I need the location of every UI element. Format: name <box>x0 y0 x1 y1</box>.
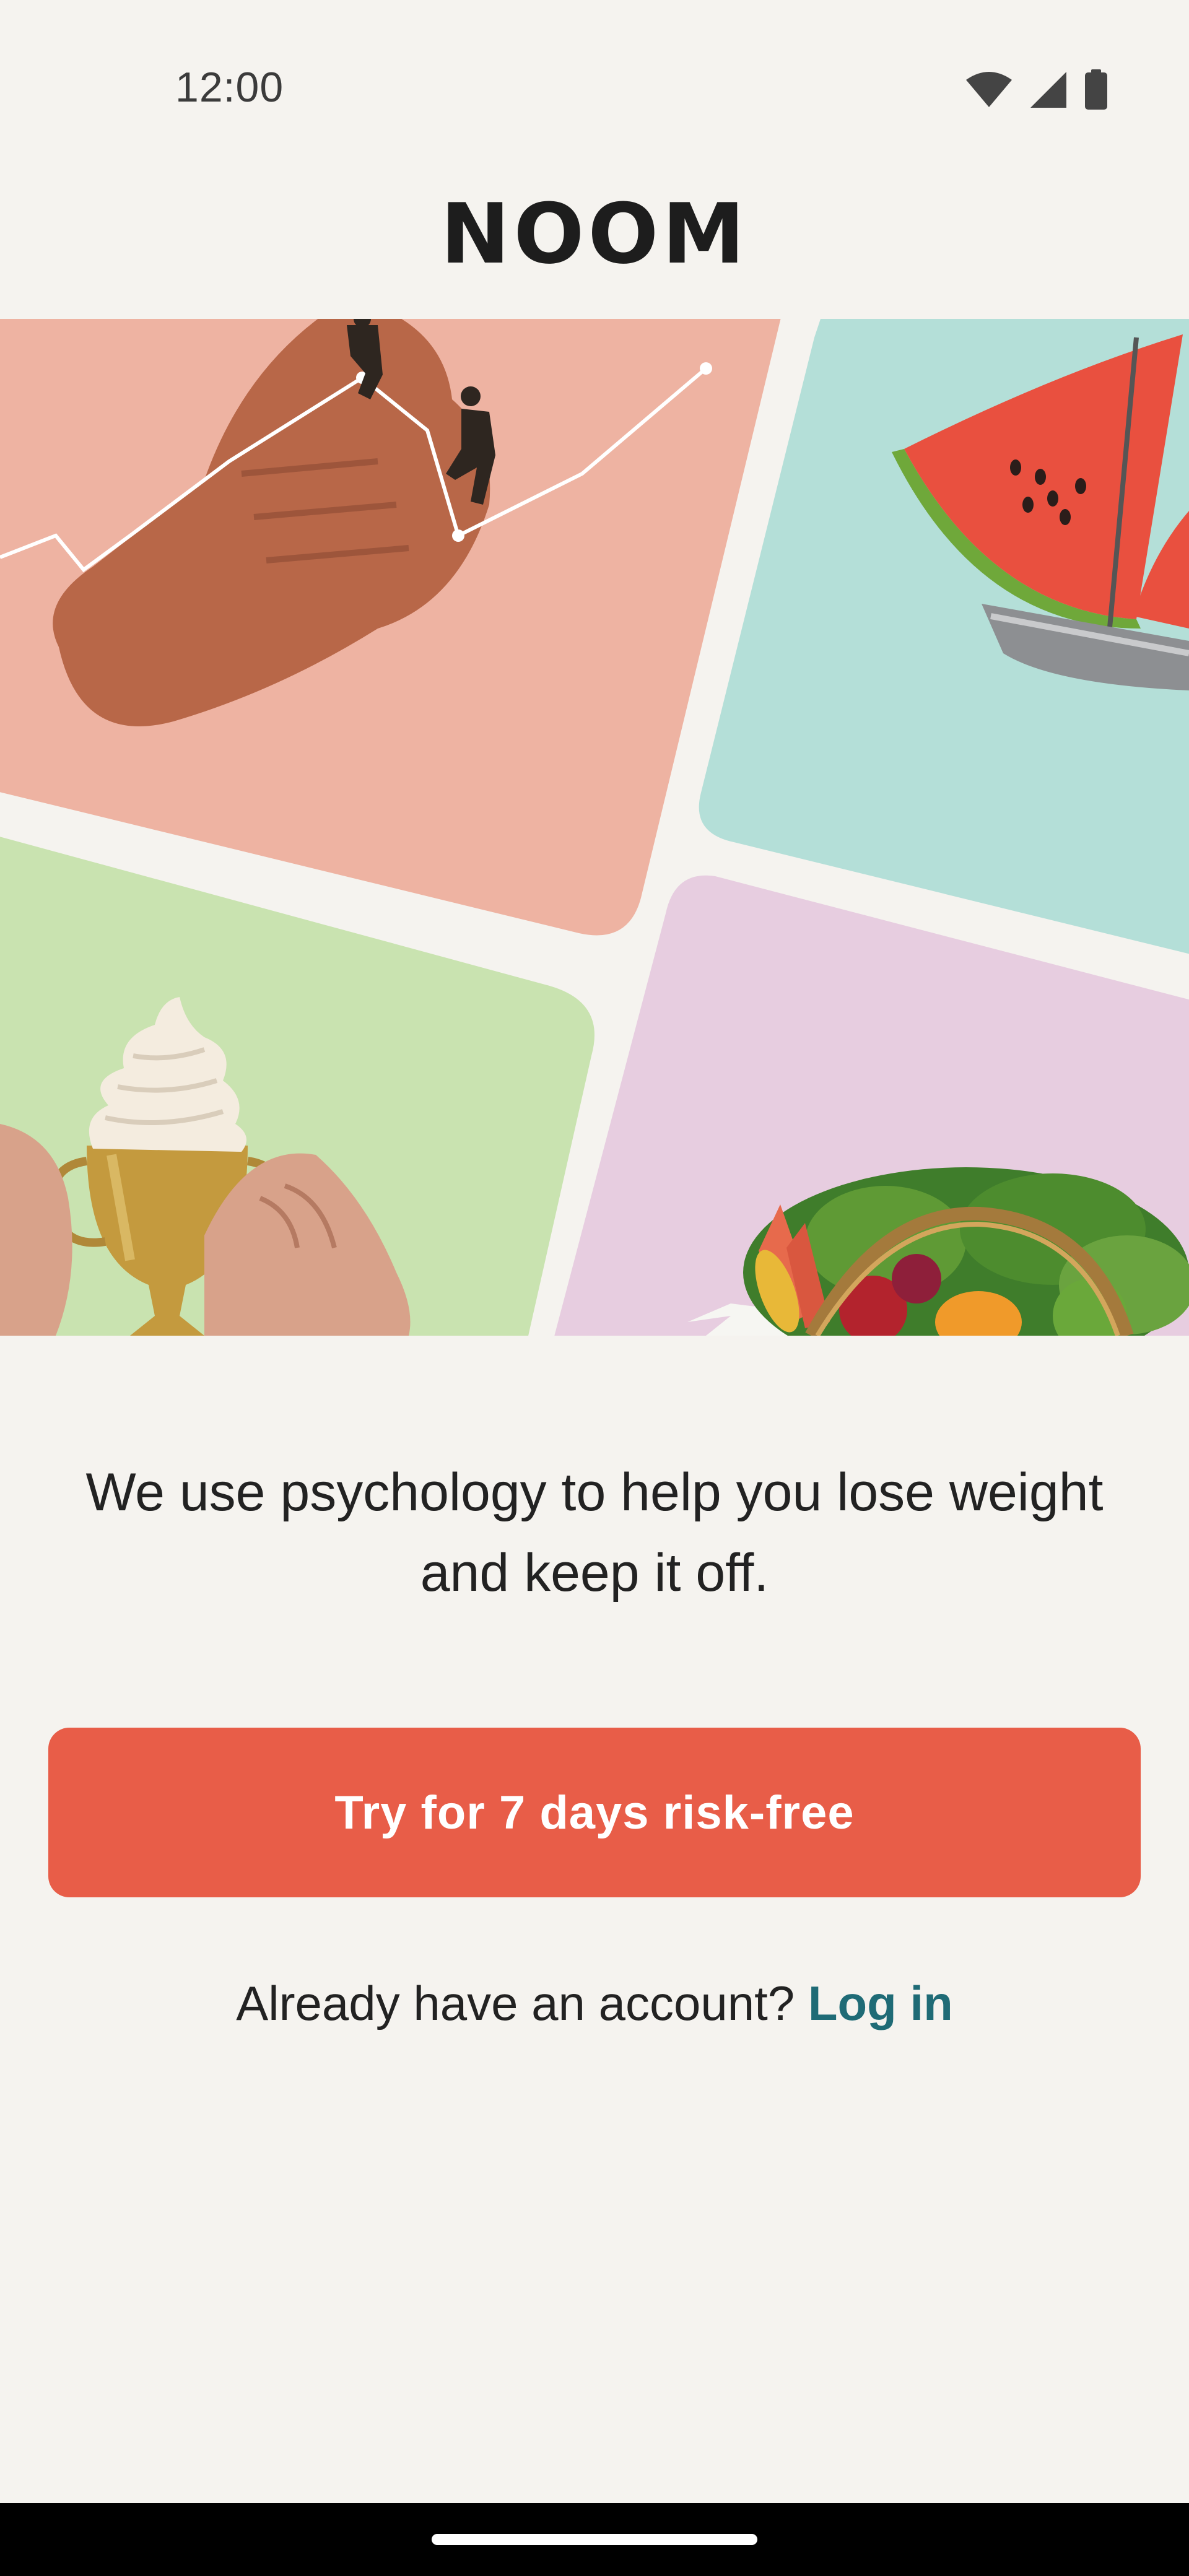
system-nav-bar <box>0 2503 1189 2576</box>
home-indicator[interactable] <box>432 2534 757 2545</box>
hand-climbers-panel <box>0 319 781 936</box>
try-free-button[interactable]: Try for 7 days risk-free <box>48 1728 1141 1897</box>
welcome-screen: 12:00 NOOM We use psychology to help you… <box>0 0 1189 2576</box>
status-time: 12:00 <box>175 64 284 111</box>
battery-icon <box>1085 69 1107 110</box>
login-prompt: Already have an account? <box>236 1976 808 2030</box>
vegetable-basket-panel <box>554 875 1189 1336</box>
watermelon-sailboat-panel <box>699 319 1189 954</box>
cell-signal-icon <box>1030 72 1066 108</box>
status-icons <box>965 68 1108 111</box>
login-link[interactable]: Log in <box>808 1976 953 2030</box>
wifi-icon <box>966 72 1012 107</box>
noom-logo: NOOM <box>440 186 749 282</box>
hero-illustration <box>0 319 1189 1336</box>
login-row: Already have an account? Log in <box>0 1975 1189 2032</box>
status-bar: 12:00 <box>0 0 1189 180</box>
tagline: We use psychology to help you lose weigh… <box>85 1463 1104 1603</box>
